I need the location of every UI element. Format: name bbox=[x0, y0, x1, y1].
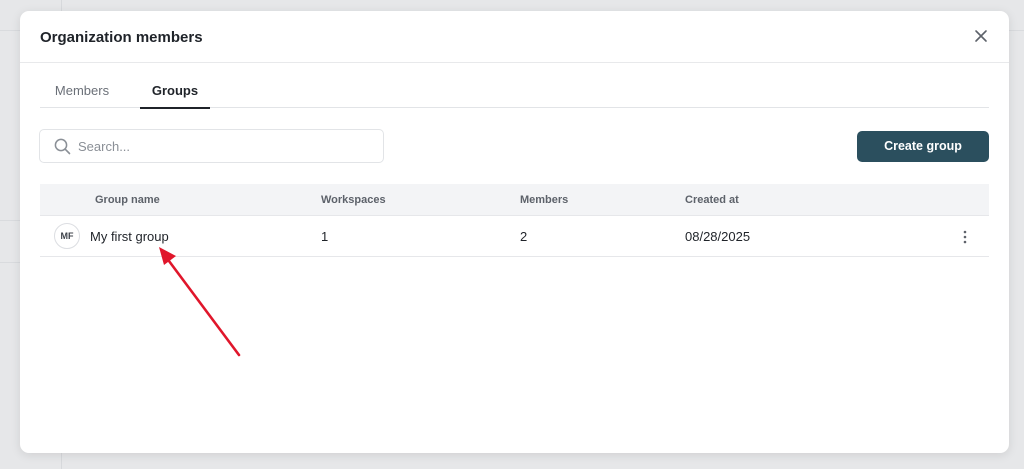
column-header-group-name[interactable]: Group name bbox=[95, 194, 160, 206]
tab-members[interactable]: Members bbox=[54, 83, 110, 108]
table-row[interactable]: MF My first group 1 2 08/28/2025 bbox=[40, 216, 989, 257]
column-header-members[interactable]: Members bbox=[520, 194, 568, 206]
groups-table: Group name Workspaces Members Created at… bbox=[40, 184, 989, 257]
tab-bar: Members Groups bbox=[40, 83, 989, 109]
create-group-button[interactable]: Create group bbox=[857, 131, 989, 162]
close-icon bbox=[975, 30, 987, 42]
more-vertical-icon bbox=[963, 230, 967, 244]
search-input[interactable] bbox=[78, 130, 378, 162]
row-menu-button[interactable] bbox=[961, 229, 969, 245]
avatar: MF bbox=[54, 223, 80, 249]
group-name-cell[interactable]: My first group bbox=[90, 229, 169, 244]
column-header-workspaces[interactable]: Workspaces bbox=[321, 194, 386, 206]
modal-title: Organization members bbox=[40, 29, 203, 46]
search-icon bbox=[54, 138, 71, 155]
organization-members-modal: Organization members Members Groups Crea… bbox=[20, 11, 1009, 453]
search-box[interactable] bbox=[39, 129, 384, 163]
column-header-created-at[interactable]: Created at bbox=[685, 194, 739, 206]
tab-groups[interactable]: Groups bbox=[140, 83, 210, 109]
created-at-cell: 08/28/2025 bbox=[685, 229, 751, 244]
modal-header: Organization members bbox=[20, 11, 1009, 63]
members-cell: 2 bbox=[520, 229, 528, 244]
table-header: Group name Workspaces Members Created at bbox=[40, 184, 989, 216]
workspaces-cell: 1 bbox=[321, 229, 329, 244]
close-button[interactable] bbox=[973, 28, 989, 44]
